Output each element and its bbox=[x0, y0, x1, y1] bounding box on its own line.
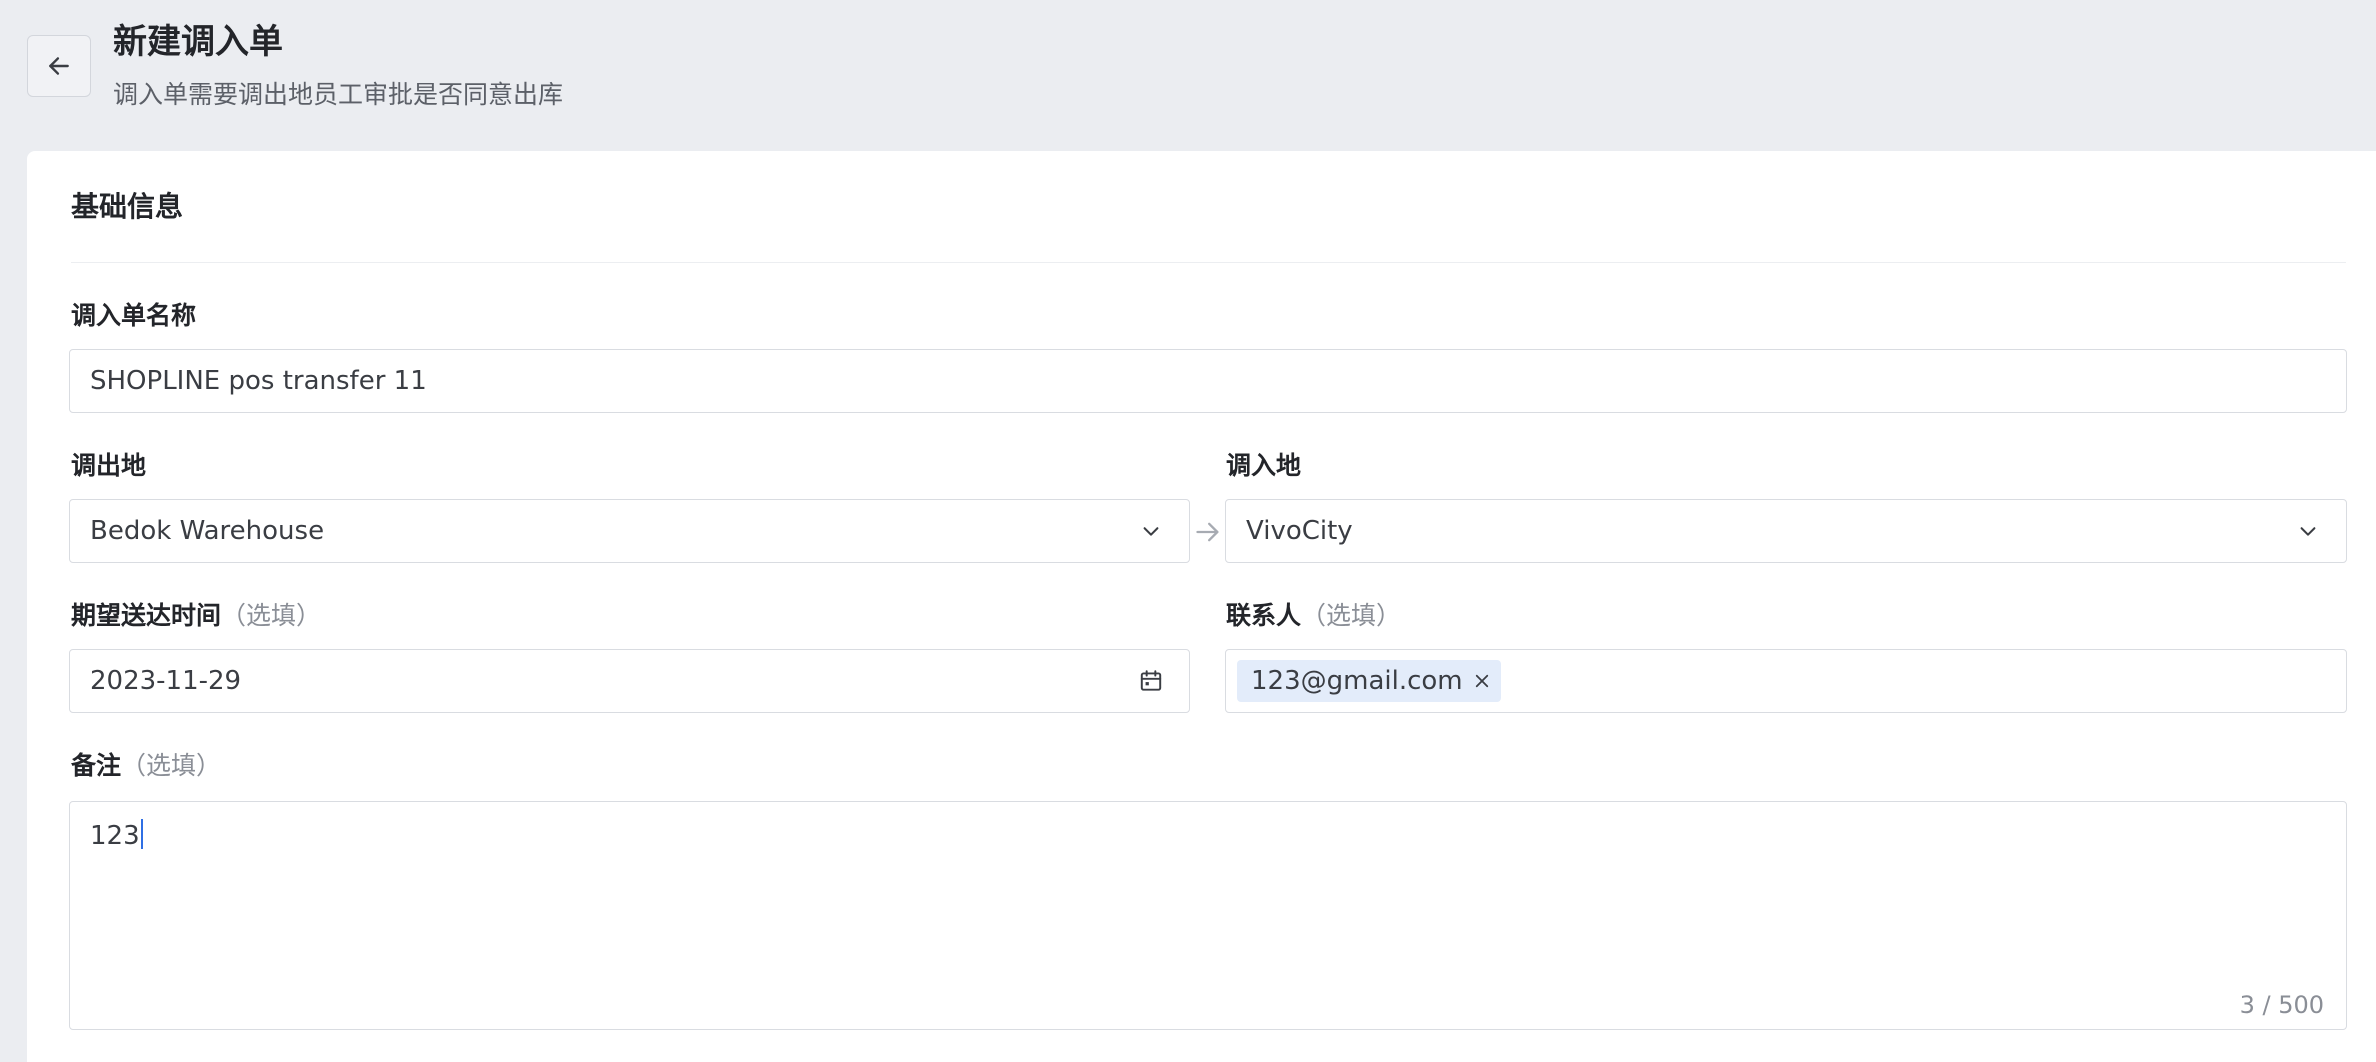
contact-tag-remove[interactable] bbox=[1473, 672, 1491, 690]
calendar-button[interactable] bbox=[1131, 668, 1171, 694]
to-location-value: VivoCity bbox=[1246, 516, 1353, 546]
text-caret bbox=[140, 819, 143, 849]
date-label: 期望送达时间（选填） bbox=[71, 599, 321, 633]
contact-label-text: 联系人 bbox=[1226, 601, 1302, 630]
close-icon bbox=[1475, 674, 1488, 688]
from-label-text: 调出地 bbox=[71, 451, 147, 480]
section-title: 基础信息 bbox=[71, 190, 184, 223]
note-textarea[interactable]: 123 3 / 500 bbox=[69, 801, 2347, 1030]
chevron-down-icon bbox=[1143, 527, 1159, 536]
page-title: 新建调入单 bbox=[113, 22, 283, 62]
expected-date-picker[interactable]: 2023-11-29 bbox=[69, 649, 1190, 713]
calendar-icon bbox=[1140, 670, 1162, 691]
note-optional-hint: （选填） bbox=[121, 751, 222, 780]
contact-label: 联系人（选填） bbox=[1226, 599, 1401, 633]
from-location-value: Bedok Warehouse bbox=[90, 516, 325, 546]
page-subtitle: 调入单需要调出地员工审批是否同意出库 bbox=[113, 80, 564, 109]
to-label: 调入地 bbox=[1226, 449, 1301, 483]
note-text-line: 123 bbox=[90, 816, 143, 856]
chevron-down-icon bbox=[2300, 527, 2316, 536]
transfer-name-value: SHOPLINE pos transfer 11 bbox=[90, 366, 427, 396]
contact-input[interactable]: 123@gmail.com bbox=[1225, 649, 2347, 713]
transfer-name-input[interactable]: SHOPLINE pos transfer 11 bbox=[69, 349, 2347, 413]
note-text: 123 bbox=[90, 821, 140, 851]
back-button[interactable] bbox=[27, 35, 91, 97]
date-label-text: 期望送达时间 bbox=[71, 601, 222, 630]
basic-info-card: 基础信息 调入单名称 SHOPLINE pos transfer 11 调出地 … bbox=[27, 151, 2376, 1062]
to-location-select[interactable]: VivoCity bbox=[1225, 499, 2347, 563]
arrow-right-icon bbox=[1196, 522, 1219, 542]
name-label: 调入单名称 bbox=[71, 299, 196, 333]
divider bbox=[71, 262, 2346, 263]
expected-date-value: 2023-11-29 bbox=[90, 666, 242, 696]
contact-optional-hint: （选填） bbox=[1301, 601, 1402, 630]
transfer-direction bbox=[1193, 517, 1223, 547]
to-label-text: 调入地 bbox=[1226, 451, 1302, 480]
contact-tag: 123@gmail.com bbox=[1237, 660, 1501, 702]
from-label: 调出地 bbox=[71, 449, 146, 483]
note-label-text: 备注 bbox=[71, 751, 122, 780]
name-label-text: 调入单名称 bbox=[71, 301, 197, 330]
contact-tag-text: 123@gmail.com bbox=[1251, 666, 1463, 696]
to-chevron bbox=[2288, 520, 2328, 542]
note-label: 备注（选填） bbox=[71, 749, 221, 783]
from-chevron bbox=[1131, 520, 1171, 542]
arrow-left-icon bbox=[49, 57, 69, 75]
date-optional-hint: （选填） bbox=[221, 601, 322, 630]
from-location-select[interactable]: Bedok Warehouse bbox=[69, 499, 1190, 563]
character-counter: 3 / 500 bbox=[2239, 991, 2324, 1019]
